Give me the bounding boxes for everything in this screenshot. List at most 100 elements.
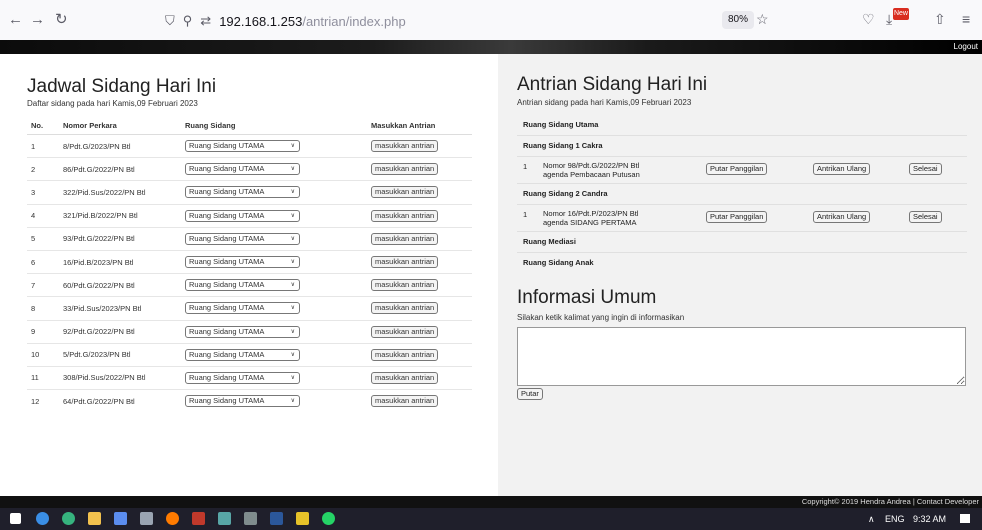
row-perkara: 60/Pdt.G/2022/PN Btl xyxy=(59,273,181,297)
room-utama: Ruang Sidang Utama xyxy=(517,115,967,136)
enqueue-button[interactable]: masukkan antrian xyxy=(371,163,439,176)
row-perkara: 8/Pdt.G/2023/PN Btl xyxy=(59,133,181,158)
room-select[interactable]: Ruang Sidang UTAMA ∨ xyxy=(185,395,300,408)
row-no: 3 xyxy=(27,180,59,205)
back-arrow-icon[interactable]: ← xyxy=(8,12,23,28)
store-icon[interactable] xyxy=(114,512,127,525)
notes-icon[interactable] xyxy=(296,512,309,525)
play-button[interactable]: Putar xyxy=(517,388,543,400)
row-ruang: Ruang Sidang UTAMA ∨ xyxy=(181,342,367,367)
star-icon[interactable]: ☆ xyxy=(756,11,769,27)
menu-icon[interactable]: ≡ xyxy=(962,11,970,27)
room-select[interactable]: Ruang Sidang UTAMA ∨ xyxy=(185,209,300,222)
call-button[interactable]: Putar Panggilan xyxy=(706,163,768,175)
room-select[interactable]: Ruang Sidang UTAMA ∨ xyxy=(185,302,300,315)
row-action: masukkan antrian xyxy=(367,249,472,274)
done-button[interactable]: Selesai xyxy=(909,163,942,175)
enqueue-button[interactable]: masukkan antrian xyxy=(371,371,439,384)
forward-arrow-icon[interactable]: → xyxy=(30,12,45,28)
logout-link[interactable]: Logout xyxy=(954,41,978,53)
room-select[interactable]: Ruang Sidang UTAMA ∨ xyxy=(185,371,300,384)
row-ruang: Ruang Sidang UTAMA ∨ xyxy=(181,180,367,205)
room-select[interactable]: Ruang Sidang UTAMA ∨ xyxy=(185,232,300,245)
room-select[interactable]: Ruang Sidang UTAMA ∨ xyxy=(185,140,300,153)
row-no: 1 xyxy=(27,133,59,158)
pocket-icon[interactable]: ♡ xyxy=(862,11,875,27)
row-action: masukkan antrian xyxy=(367,157,472,181)
queue-item: 1 Nomor 98/Pdt.G/2022/PN Btl agenda Pemba… xyxy=(517,157,967,184)
chevron-down-icon: ∨ xyxy=(290,189,295,196)
enqueue-button[interactable]: masukkan antrian xyxy=(371,209,439,222)
windows-start-icon[interactable] xyxy=(10,513,21,524)
notification-icon[interactable] xyxy=(960,514,970,523)
info-title: Informasi Umum xyxy=(517,287,657,308)
queue-description: Nomor 16/Pdt.P/2023/PN Btl agenda SIDANG … xyxy=(543,209,638,227)
lock-icon[interactable]: ⚲ xyxy=(183,13,193,29)
row-perkara: 322/Pid.Sus/2022/PN Btl xyxy=(59,180,181,205)
enqueue-button[interactable]: masukkan antrian xyxy=(371,256,439,269)
word-icon[interactable] xyxy=(270,512,283,525)
chevron-down-icon: ∨ xyxy=(290,259,295,266)
browser-toolbar: ← → ↻ ⛉ ⚲ ⇄ 192.168.1.253/antrian/index.… xyxy=(0,0,982,41)
zoom-level[interactable]: 80% xyxy=(722,11,755,29)
clock[interactable]: 9:32 AM xyxy=(913,513,946,525)
row-action: masukkan antrian xyxy=(367,133,472,158)
enqueue-button[interactable]: masukkan antrian xyxy=(371,348,439,361)
info-textarea[interactable] xyxy=(517,327,966,386)
room-select[interactable]: Ruang Sidang UTAMA ∨ xyxy=(185,325,300,338)
chevron-down-icon: ∨ xyxy=(290,374,295,381)
enqueue-button[interactable]: masukkan antrian xyxy=(371,302,439,315)
room-select[interactable]: Ruang Sidang UTAMA ∨ xyxy=(185,163,300,176)
app-icon[interactable] xyxy=(244,512,257,525)
tray-chevron-icon[interactable]: ∧ xyxy=(868,513,875,525)
queue-description: Nomor 98/Pdt.G/2022/PN Btl agenda Pembaca… xyxy=(543,161,640,179)
enqueue-button[interactable]: masukkan antrian xyxy=(371,232,439,245)
table-row: 1 8/Pdt.G/2023/PN Btl Ruang Sidang UTAMA ∨ m… xyxy=(27,133,472,158)
reload-icon[interactable]: ↻ xyxy=(55,12,68,28)
room-select-value: Ruang Sidang UTAMA xyxy=(189,164,265,174)
requeue-button[interactable]: Antrikan Ulang xyxy=(813,163,871,175)
search-icon[interactable] xyxy=(36,512,49,525)
room-select[interactable]: Ruang Sidang UTAMA ∨ xyxy=(185,279,300,292)
app-icon[interactable] xyxy=(218,512,231,525)
shield-icon[interactable]: ⛉ xyxy=(165,13,175,29)
queue-panel: Antrian Sidang Hari Ini Antrian sidang p… xyxy=(498,54,982,496)
new-badge[interactable]: New xyxy=(893,8,909,20)
row-no: 6 xyxy=(27,249,59,274)
row-no: 10 xyxy=(27,342,59,367)
row-perkara: 321/Pid.B/2022/PN Btl xyxy=(59,203,181,228)
call-button[interactable]: Putar Panggilan xyxy=(706,211,768,223)
language-indicator[interactable]: ENG xyxy=(885,513,905,525)
enqueue-button[interactable]: masukkan antrian xyxy=(371,140,439,153)
table-row: 3 322/Pid.Sus/2022/PN Btl Ruang Sidang UTA… xyxy=(27,180,472,205)
enqueue-button[interactable]: masukkan antrian xyxy=(371,395,439,408)
whatsapp-icon[interactable] xyxy=(322,512,335,525)
room-select-value: Ruang Sidang UTAMA xyxy=(189,349,265,359)
row-ruang: Ruang Sidang UTAMA ∨ xyxy=(181,365,367,390)
firefox-icon[interactable] xyxy=(166,512,179,525)
edge-icon[interactable] xyxy=(62,512,75,525)
requeue-button[interactable]: Antrikan Ulang xyxy=(813,211,871,223)
chevron-down-icon: ∨ xyxy=(290,305,295,312)
done-button[interactable]: Selesai xyxy=(909,211,942,223)
room-select-value: Ruang Sidang UTAMA xyxy=(189,280,265,290)
row-action: masukkan antrian xyxy=(367,273,472,297)
app-icon[interactable] xyxy=(140,512,153,525)
enqueue-button[interactable]: masukkan antrian xyxy=(371,186,439,199)
enqueue-button[interactable]: masukkan antrian xyxy=(371,325,439,338)
table-row: 2 86/Pdt.G/2022/PN Btl Ruang Sidang UTAMA ∨… xyxy=(27,157,472,181)
schedule-table: No. Nomor Perkara Ruang Sidang Masukkan … xyxy=(27,117,472,413)
room-select[interactable]: Ruang Sidang UTAMA ∨ xyxy=(185,186,300,199)
share-icon[interactable]: ⇧ xyxy=(934,11,946,27)
permissions-icon[interactable]: ⇄ xyxy=(200,13,211,29)
room-select[interactable]: Ruang Sidang UTAMA ∨ xyxy=(185,348,300,361)
url-path: /antrian/index.php xyxy=(302,13,406,29)
room-select[interactable]: Ruang Sidang UTAMA ∨ xyxy=(185,256,300,269)
filezilla-icon[interactable] xyxy=(192,512,205,525)
enqueue-button[interactable]: masukkan antrian xyxy=(371,279,439,292)
room-candra: Ruang Sidang 2 Candra xyxy=(517,184,967,205)
address-bar[interactable]: ⛉ ⚲ ⇄ 192.168.1.253/antrian/index.php xyxy=(165,11,406,31)
download-icon[interactable]: ⤓ xyxy=(886,11,892,27)
folder-icon[interactable] xyxy=(88,512,101,525)
row-action: masukkan antrian xyxy=(367,319,472,344)
